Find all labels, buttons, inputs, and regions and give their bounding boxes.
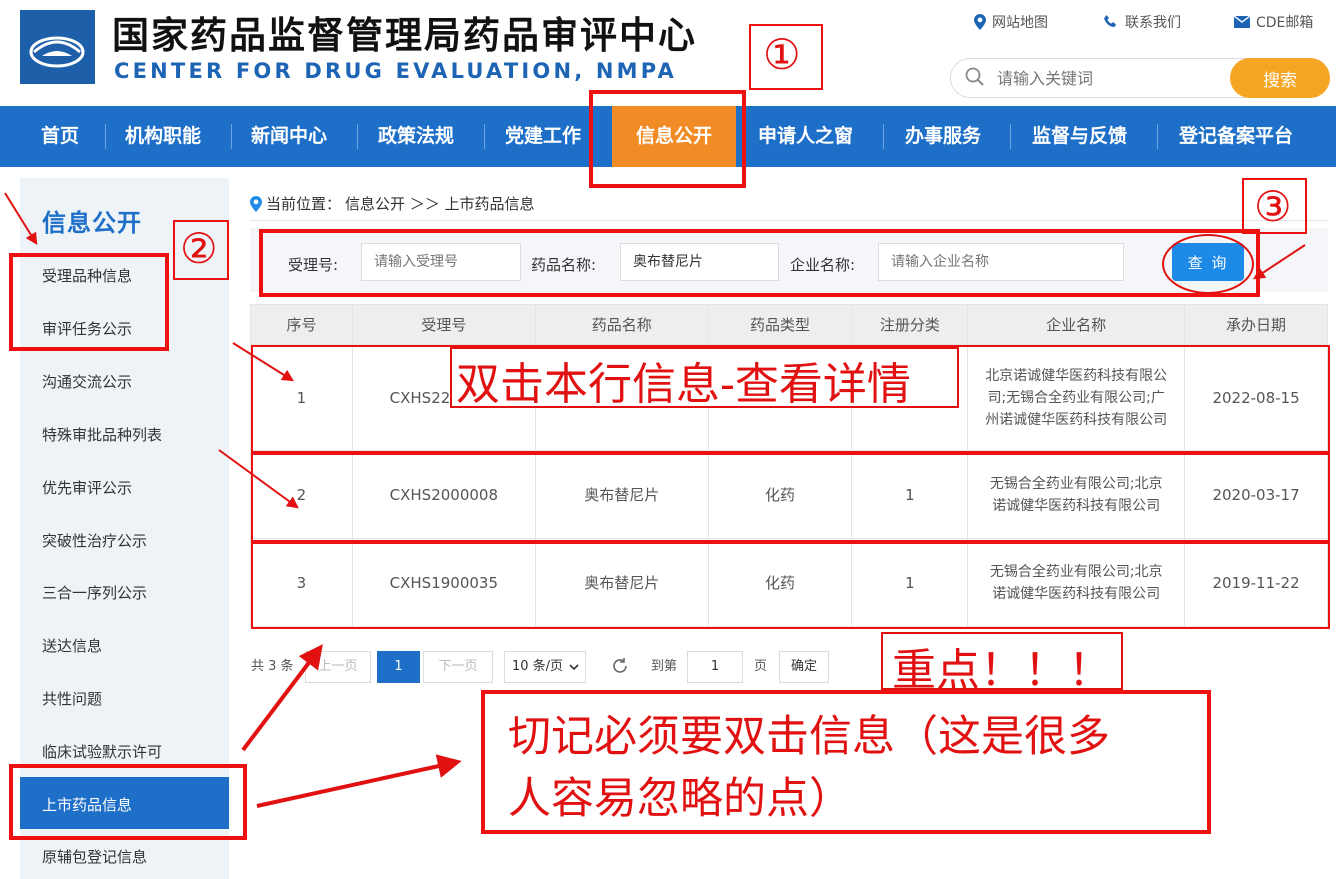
nav-news[interactable]: 新闻中心: [251, 106, 327, 167]
pager-page-unit: 页: [754, 659, 768, 674]
row2-highlight-box: [251, 453, 1330, 542]
nav-services[interactable]: 办事服务: [905, 106, 981, 167]
sidebar-item-clinical-trial[interactable]: 临床试验默示许可: [42, 741, 162, 762]
warning-line2: 人容易忽略的点）: [508, 774, 852, 824]
arrow-to-warning: [256, 754, 462, 808]
pager-current-page[interactable]: 1: [377, 651, 420, 683]
pager-confirm-button[interactable]: 确定: [779, 651, 829, 683]
phone-icon: [1104, 15, 1116, 27]
keyword-search-input[interactable]: [997, 59, 1227, 97]
map-pin-icon: [974, 14, 986, 30]
chevron-down-icon: [569, 664, 579, 671]
nav-registration[interactable]: 登记备案平台: [1179, 106, 1293, 167]
nav-functions[interactable]: 机构职能: [125, 106, 201, 167]
breadcrumb-path[interactable]: 信息公开 ＞＞ 上市药品信息: [345, 193, 535, 214]
nav-divider: [357, 124, 358, 149]
pager-goto-label: 到第: [651, 659, 678, 674]
warning-line1: 切记必须要双击信息（这是很多: [508, 712, 1110, 762]
search-button[interactable]: 搜索: [1230, 58, 1330, 98]
row-hint-text: 双击本行信息-查看详情: [456, 359, 911, 410]
mail-link[interactable]: CDE邮箱: [1234, 12, 1313, 32]
nav-highlight-box: [589, 90, 746, 188]
row3-highlight-box: [251, 542, 1330, 629]
nav-home[interactable]: 首页: [41, 106, 79, 167]
sidebar-item-communication[interactable]: 沟通交流公示: [42, 371, 132, 392]
sitemap-label: 网站地图: [992, 15, 1048, 31]
nav-party[interactable]: 党建工作: [505, 106, 581, 167]
refresh-icon[interactable]: [610, 656, 630, 676]
filter-highlight-box: [259, 229, 1260, 297]
step3-marker: ③: [1254, 182, 1292, 231]
nav-divider: [484, 124, 485, 149]
col-header-date: 承办日期: [1184, 304, 1328, 345]
key-point-text: 重点！！！: [892, 645, 1112, 696]
page-size-select[interactable]: 10 条/页: [504, 651, 586, 683]
nav-divider: [883, 124, 884, 149]
location-pin-icon: [250, 195, 262, 212]
breadcrumb-prefix: 当前位置：: [266, 195, 342, 213]
nav-divider: [1157, 124, 1158, 149]
sidebar-item-breakthrough[interactable]: 突破性治疗公示: [42, 530, 147, 551]
col-header-no: 序号: [250, 304, 353, 345]
sidebar-item-special-approval[interactable]: 特殊审批品种列表: [42, 424, 162, 445]
sidebar-item-common-issues[interactable]: 共性问题: [42, 688, 102, 709]
mail-icon: [1234, 16, 1250, 28]
nav-divider: [105, 124, 106, 149]
sidebar-item-three-in-one[interactable]: 三合一序列公示: [42, 582, 147, 603]
query-button-circle: [1162, 234, 1254, 294]
col-header-company: 企业名称: [967, 304, 1186, 345]
col-header-type: 药品类型: [707, 304, 853, 345]
table-header-row: 序号 受理号 药品名称 药品类型 注册分类 企业名称 承办日期: [250, 304, 1328, 345]
sidebar-highlight-box: [9, 253, 169, 351]
sidebar-item-delivery[interactable]: 送达信息: [42, 635, 102, 656]
contact-label: 联系我们: [1125, 15, 1181, 31]
cde-logo[interactable]: [20, 10, 95, 84]
site-title: 国家药品监督管理局药品审评中心: [112, 14, 697, 57]
col-header-drug: 药品名称: [534, 304, 709, 345]
col-header-category: 注册分类: [851, 304, 969, 345]
nav-policy[interactable]: 政策法规: [378, 106, 454, 167]
pager-next-button[interactable]: 下一页: [423, 651, 493, 683]
search-icon: [965, 67, 984, 86]
sidebar-title: 信息公开: [42, 209, 142, 237]
sitemap-link[interactable]: 网站地图: [974, 12, 1048, 32]
nav-supervision[interactable]: 监督与反馈: [1032, 106, 1127, 167]
sidebar-item-priority[interactable]: 优先审评公示: [42, 477, 132, 498]
mail-label: CDE邮箱: [1256, 15, 1314, 31]
step2-marker: ②: [180, 224, 218, 273]
site-subtitle: CENTER FOR DRUG EVALUATION, NMPA: [114, 59, 677, 83]
logo-emblem-icon: [20, 10, 95, 84]
page: 国家药品监督管理局药品审评中心 CENTER FOR DRUG EVALUATI…: [0, 0, 1336, 879]
nav-divider: [1010, 124, 1011, 149]
nav-applicant[interactable]: 申请人之窗: [758, 106, 853, 167]
breadcrumb-divider: [250, 220, 1328, 221]
sidebar-item-excipients[interactable]: 原辅包登记信息: [42, 846, 147, 867]
active-item-highlight-box: [9, 764, 247, 840]
breadcrumb: 当前位置： 信息公开 ＞＞ 上市药品信息: [250, 193, 535, 214]
col-header-accept-no: 受理号: [351, 304, 536, 345]
nav-divider: [231, 124, 232, 149]
pager-goto-input[interactable]: 1: [687, 651, 743, 683]
pager-total: 共 3 条: [251, 659, 294, 674]
pager-prev-button[interactable]: 上一页: [305, 651, 371, 683]
contact-link[interactable]: 联系我们: [1103, 12, 1181, 32]
step1-marker: ①: [763, 30, 801, 79]
page-size-value: 10 条/页: [512, 659, 564, 674]
